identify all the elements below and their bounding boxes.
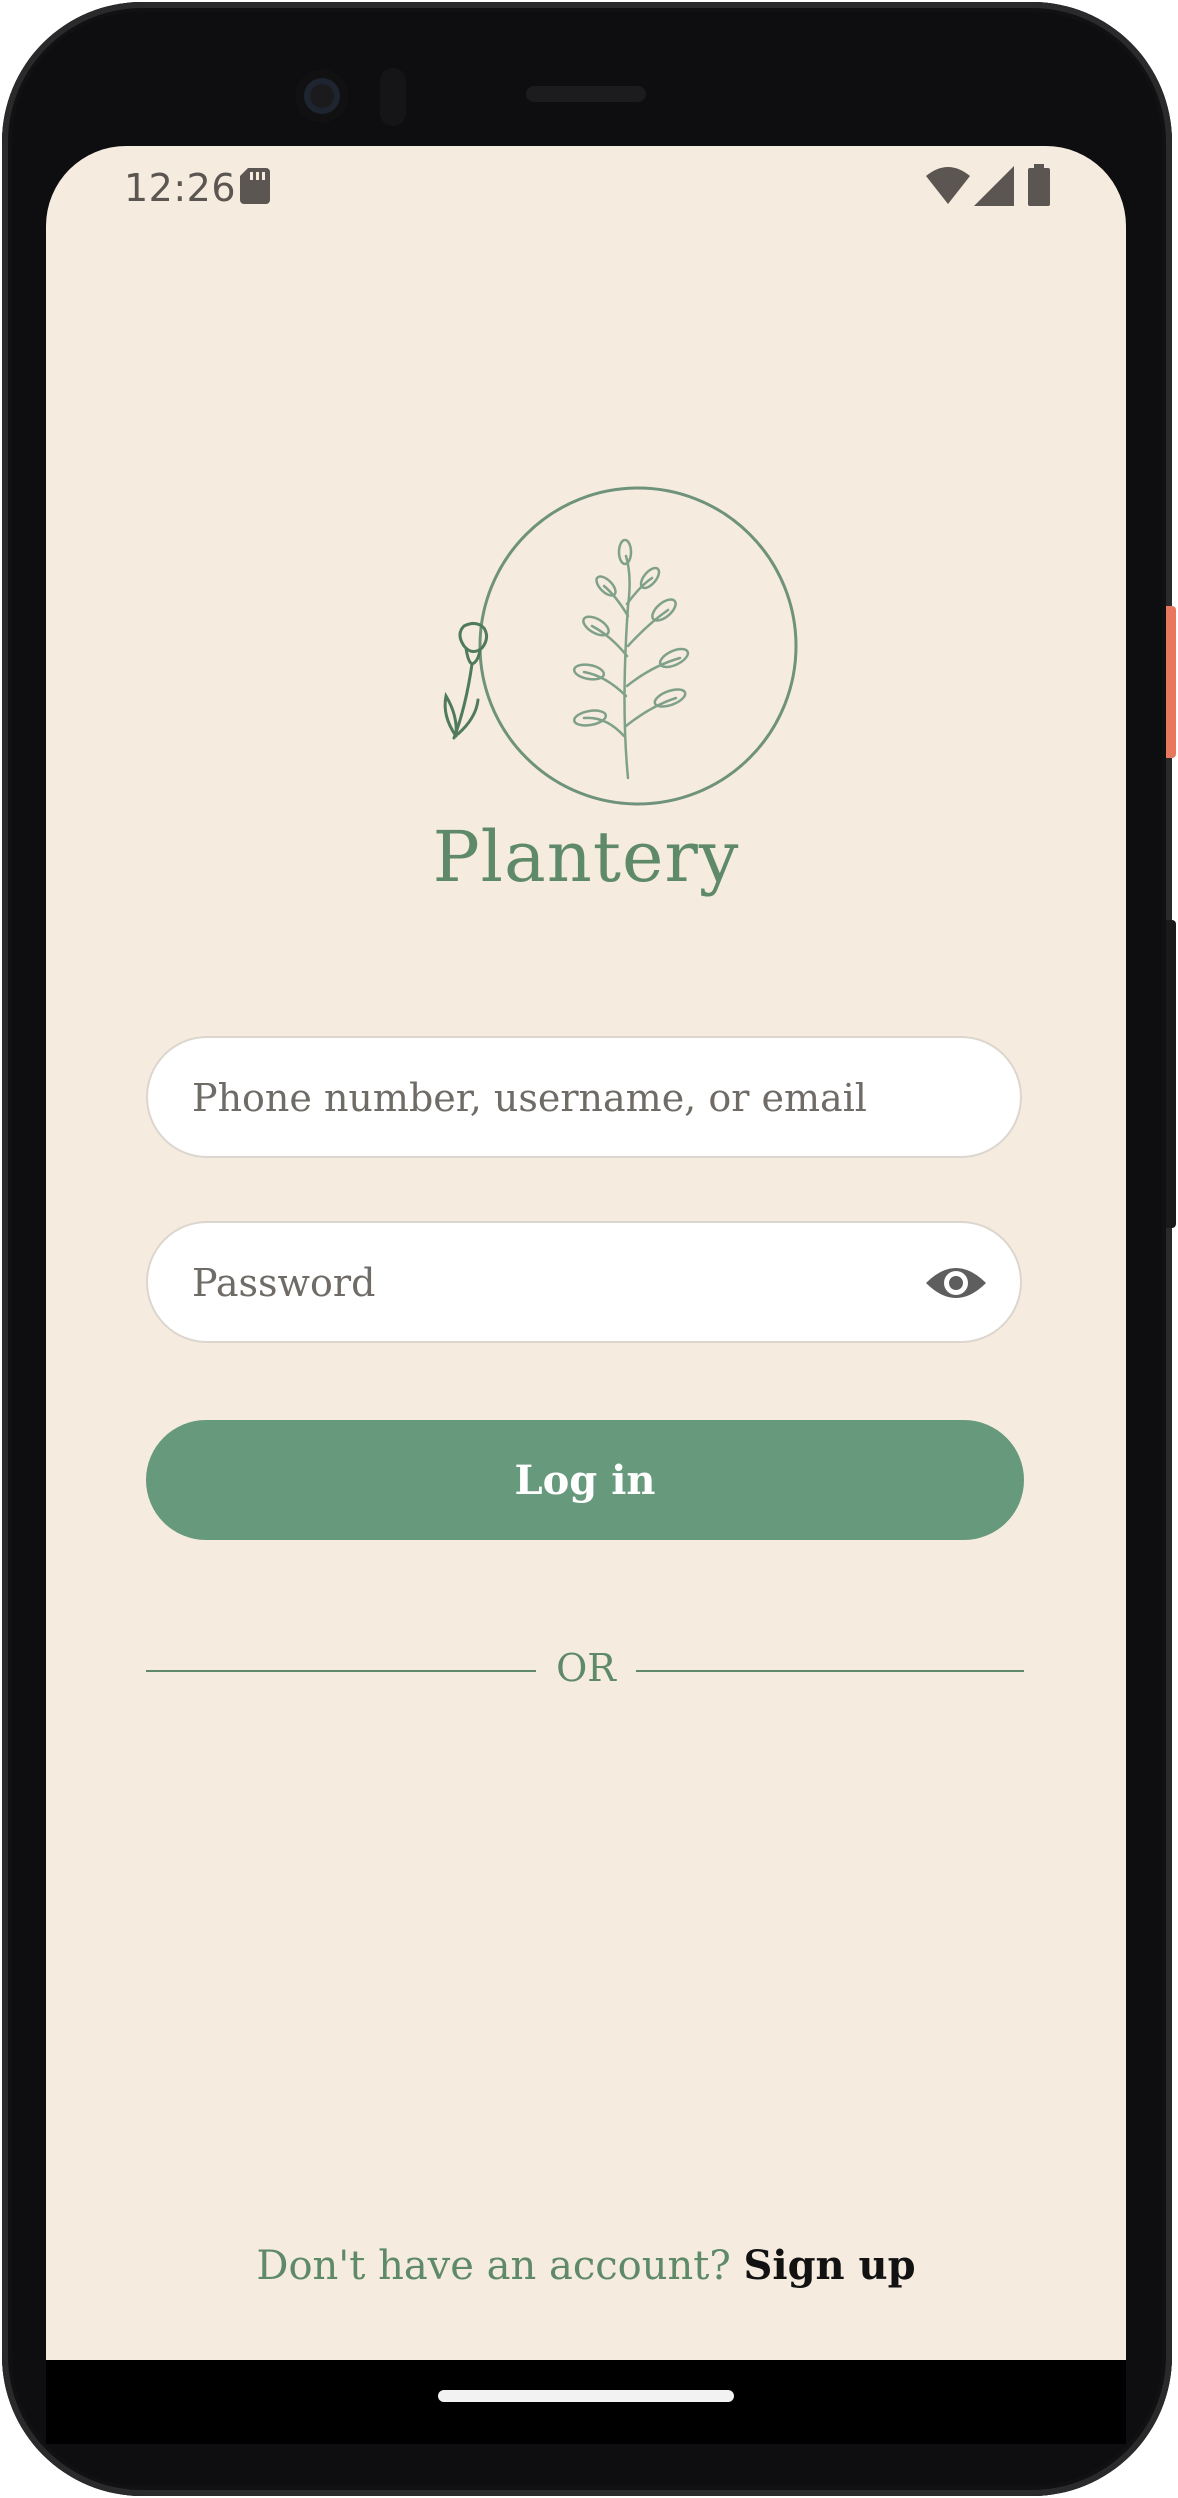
earpiece-speaker (526, 86, 646, 102)
app-name: Plantery (432, 816, 740, 898)
divider-line-right (636, 1670, 1024, 1672)
navigation-bar (46, 2360, 1126, 2444)
plant-circle-logo (443, 486, 798, 806)
sd-card-icon (240, 168, 270, 204)
signup-prompt: Don't have an account? Sign up (46, 2242, 1126, 2289)
proximity-sensor (380, 68, 406, 126)
cell-signal-icon (974, 166, 1014, 206)
divider-line-left (146, 1670, 536, 1672)
username-field[interactable] (146, 1036, 1022, 1158)
app-screen: 12:26 Plantery Phone number, username, o… (46, 146, 1126, 2360)
signup-link[interactable]: Sign up (744, 2242, 916, 2289)
username-input[interactable] (190, 1038, 954, 1158)
eye-icon[interactable] (924, 1261, 988, 1305)
password-input[interactable] (190, 1223, 954, 1343)
wifi-icon (926, 167, 970, 204)
volume-button (1166, 920, 1176, 1228)
status-time: 12:26 (124, 166, 237, 210)
battery-icon (1028, 164, 1050, 206)
home-gesture-handle[interactable] (438, 2390, 734, 2402)
password-field[interactable] (146, 1221, 1022, 1343)
signup-prompt-text: Don't have an account? (256, 2243, 731, 2289)
or-divider-label: OR (556, 1646, 616, 1690)
login-button[interactable]: Log in (146, 1420, 1024, 1540)
power-button (1166, 606, 1176, 758)
front-camera (296, 70, 348, 122)
